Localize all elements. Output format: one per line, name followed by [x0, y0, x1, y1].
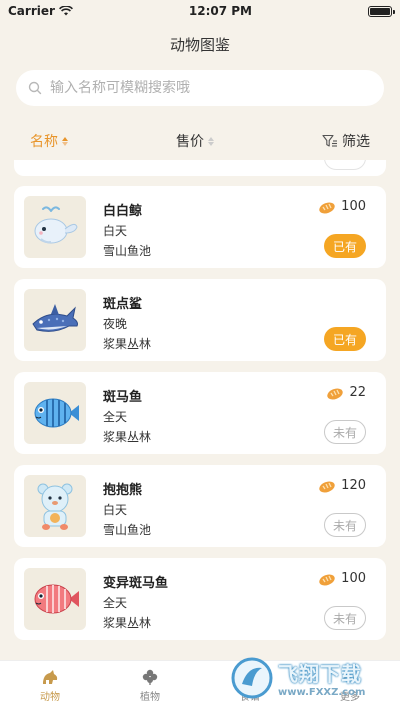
spotted-shark-icon	[32, 304, 78, 332]
list-item[interactable]: 抱抱熊 白天 雪山鱼池 120 未有	[14, 465, 386, 547]
sort-by-name[interactable]: 名称	[30, 131, 68, 151]
status-badge: 未有	[324, 420, 366, 444]
animal-list[interactable]: 白白鲸 白天 雪山鱼池 100 已有 斑点鲨 夜晚 浆果丛林 已有 斑马鱼 全天…	[0, 160, 400, 645]
animal-time: 白天	[103, 224, 128, 238]
mutant-zebra-fish-icon	[34, 584, 79, 614]
list-item[interactable]: 斑点鲨 夜晚 浆果丛林 已有	[14, 279, 386, 361]
status-badge: 未有	[324, 606, 366, 630]
status-badge: 未有	[324, 513, 366, 537]
bread-icon	[327, 388, 344, 399]
list-item-partial[interactable]	[14, 160, 386, 176]
price-value: 100	[341, 199, 366, 214]
filter-button[interactable]: 筛选	[322, 131, 370, 151]
animal-name: 斑点鲨	[103, 297, 143, 312]
animal-name: 变异斑马鱼	[103, 576, 169, 591]
hug-bear-icon	[37, 483, 73, 530]
tab-label: 植物	[140, 692, 160, 703]
price-value: 120	[341, 478, 366, 493]
clover-icon	[142, 669, 158, 685]
watermark-text: 飞翔下载 www.FXXZ.com	[278, 658, 365, 698]
list-item[interactable]: 变异斑马鱼 全天 浆果丛林 100 未有	[14, 558, 386, 640]
watermark: 飞翔下载 www.FXXZ.com	[230, 650, 390, 706]
animal-time: 全天	[103, 596, 128, 610]
animal-time: 全天	[103, 410, 128, 424]
search-box[interactable]	[16, 70, 384, 106]
price-value: 100	[341, 571, 366, 586]
watermark-url: www.FXXZ.com	[278, 687, 366, 698]
animal-place: 雪山鱼池	[103, 244, 152, 258]
tab-label: 动物	[40, 692, 60, 703]
animal-price: 100	[318, 571, 366, 586]
watermark-title: 飞翔下载	[278, 662, 362, 686]
clock: 12:07 PM	[188, 4, 253, 18]
animal-place: 雪山鱼池	[103, 523, 152, 537]
animal-place: 浆果丛林	[103, 616, 152, 630]
animal-thumbnail	[24, 382, 86, 444]
bread-icon	[319, 574, 335, 585]
list-item[interactable]: 斑马鱼 全天 浆果丛林 22 未有	[14, 372, 386, 454]
sort-arrows-icon	[62, 136, 68, 146]
battery-icon	[367, 5, 395, 17]
bread-icon	[319, 202, 335, 213]
animal-price: 120	[318, 478, 366, 493]
animal-thumbnail	[24, 196, 86, 258]
price-value: 22	[349, 385, 366, 400]
status-bar: Carrier 12:07 PM	[0, 0, 400, 22]
sort-name-label: 名称	[30, 134, 58, 150]
bread-icon	[319, 481, 335, 492]
animal-thumbnail	[24, 289, 86, 351]
sort-bar: 名称 售价 筛选	[0, 126, 400, 156]
animal-price: 22	[326, 385, 366, 400]
status-left: Carrier	[8, 4, 73, 18]
animal-icon	[43, 670, 58, 684]
status-badge: 已有	[324, 234, 366, 258]
animal-time: 白天	[103, 503, 128, 517]
tab-plants[interactable]: 植物	[120, 668, 180, 703]
tab-animals[interactable]: 动物	[20, 668, 80, 703]
animal-price: 100	[318, 199, 366, 214]
white-whale-icon	[34, 206, 78, 244]
search-icon	[28, 81, 42, 95]
list-item[interactable]: 白白鲸 白天 雪山鱼池 100 已有	[14, 186, 386, 268]
sort-by-price[interactable]: 售价	[176, 131, 214, 151]
animal-time: 夜晚	[103, 317, 128, 331]
status-badge	[324, 160, 366, 170]
animal-thumbnail	[24, 568, 86, 630]
sort-arrows-icon	[208, 136, 214, 146]
page-title: 动物图鉴	[169, 36, 230, 54]
search-input[interactable]	[50, 80, 372, 96]
animal-name: 抱抱熊	[103, 483, 143, 498]
status-badge: 已有	[324, 327, 366, 351]
sort-price-label: 售价	[176, 134, 204, 150]
animal-name: 白白鲸	[103, 204, 143, 219]
animal-name: 斑马鱼	[103, 390, 143, 405]
animal-place: 浆果丛林	[103, 337, 152, 351]
carrier-label: Carrier	[8, 4, 55, 18]
animal-thumbnail	[24, 475, 86, 537]
filter-icon	[322, 134, 337, 147]
wifi-icon	[58, 6, 73, 16]
watermark-logo-icon	[231, 657, 273, 699]
animal-place: 浆果丛林	[103, 430, 152, 444]
filter-label: 筛选	[342, 134, 370, 150]
zebra-fish-icon	[34, 398, 79, 428]
